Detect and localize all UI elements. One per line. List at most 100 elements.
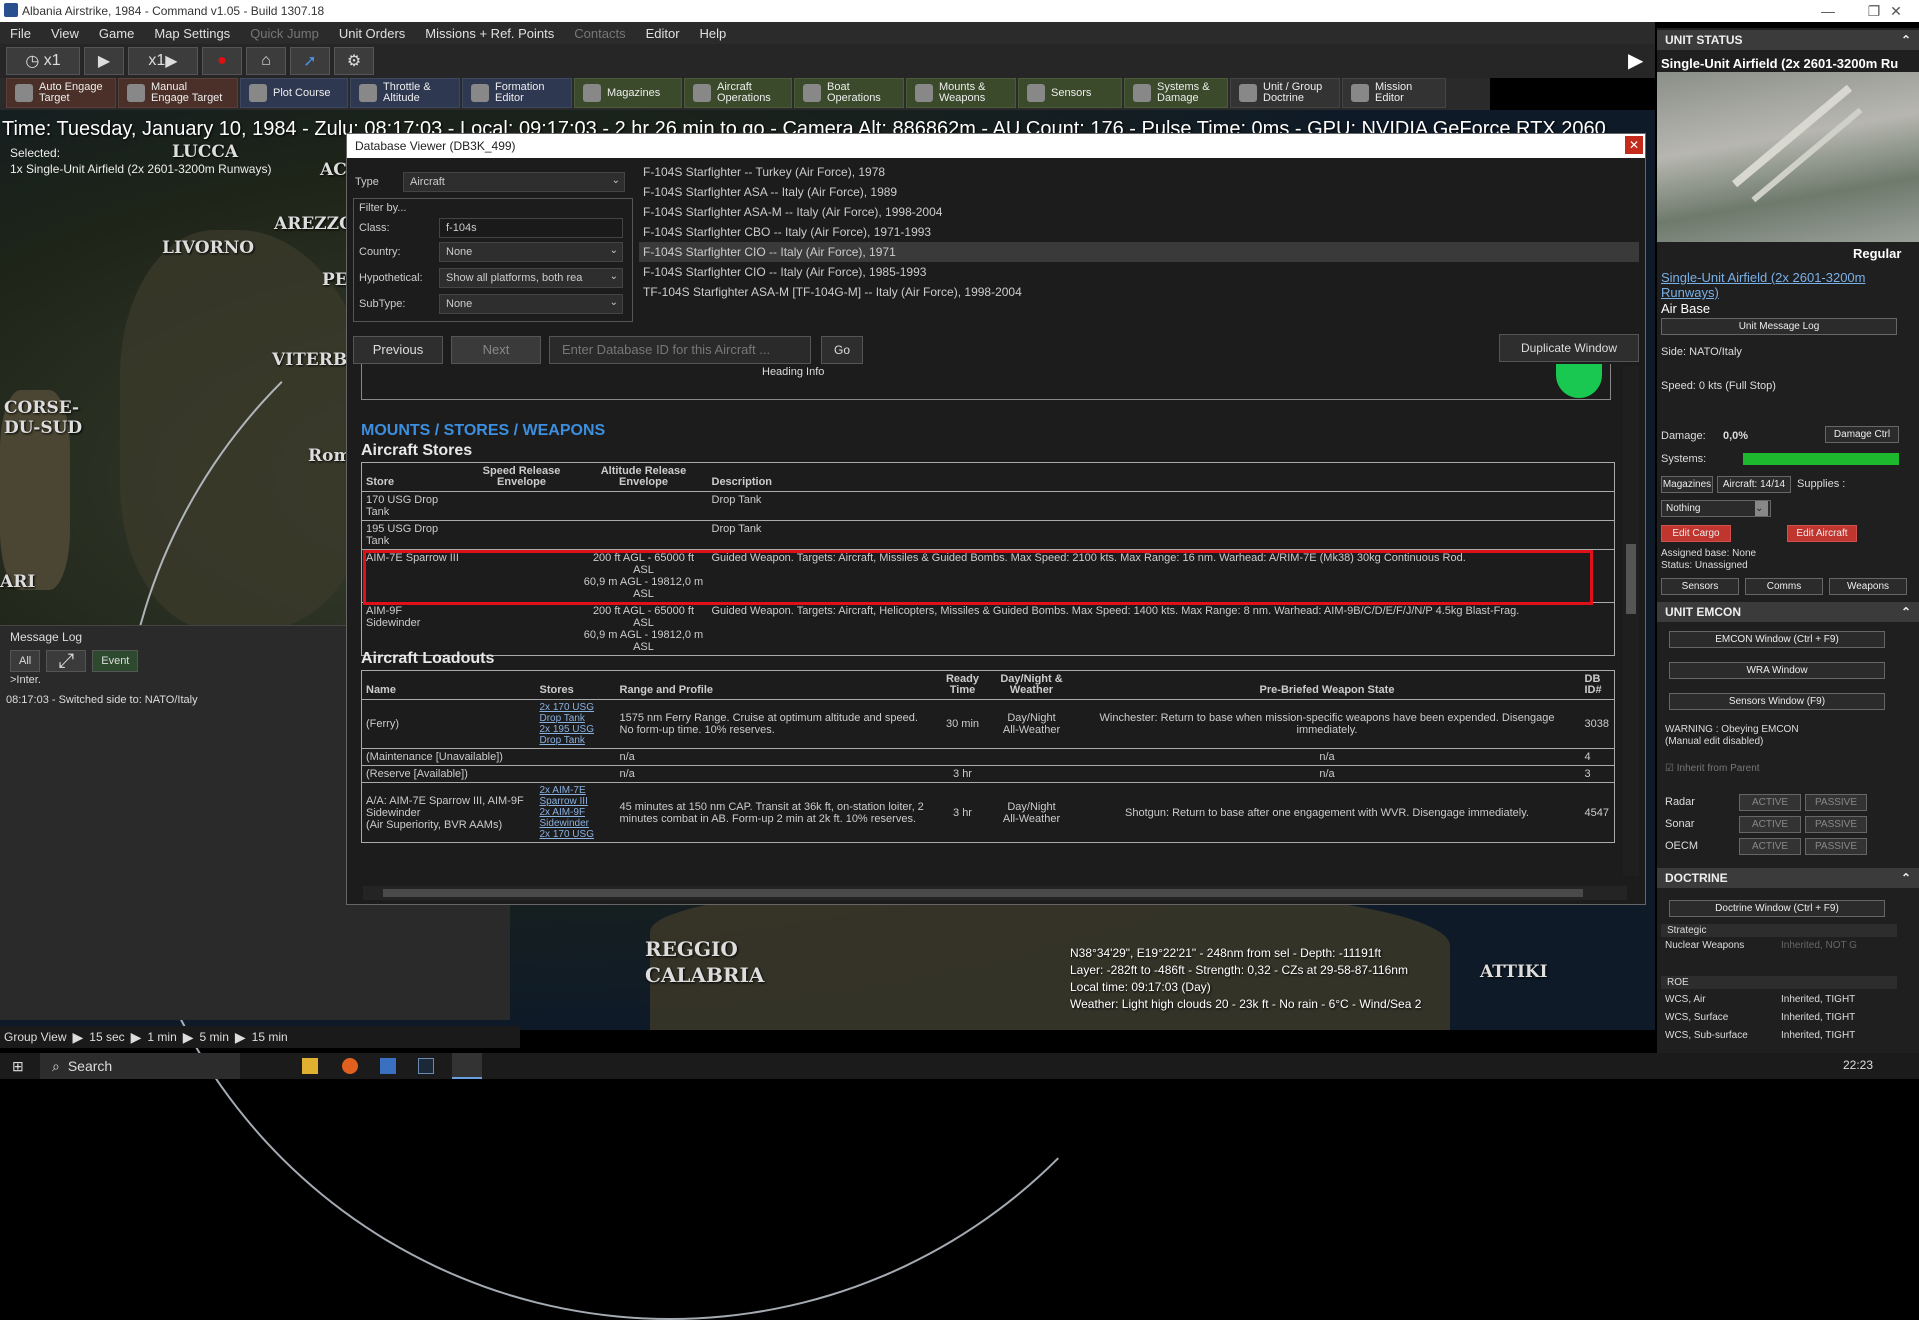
airfield-button[interactable]: ⌂: [246, 47, 286, 75]
close-icon[interactable]: ✕: [1625, 136, 1643, 154]
hypothetical-select[interactable]: Show all platforms, both rea ⌄: [439, 268, 623, 288]
steam-icon[interactable]: [418, 1058, 434, 1074]
list-item[interactable]: F-104S Starfighter ASA -- Italy (Air For…: [639, 182, 1639, 202]
table-row[interactable]: (Ferry) 2x 170 USG Drop Tank 2x 195 USG …: [361, 699, 1615, 749]
step-5min[interactable]: 5 min: [200, 1030, 229, 1044]
expand-icon[interactable]: ⤢: [46, 650, 87, 672]
systems-damage-button[interactable]: Systems & Damage: [1124, 78, 1228, 108]
edit-aircraft-button[interactable]: Edit Aircraft: [1787, 525, 1857, 542]
filter-inter-button[interactable]: >Inter.: [10, 674, 41, 686]
doctrine-window-button[interactable]: Doctrine Window (Ctrl + F9): [1669, 900, 1885, 917]
country-select[interactable]: None ⌄: [439, 242, 623, 262]
menu-map-settings[interactable]: Map Settings: [144, 26, 240, 41]
collapse-icon[interactable]: ⌃: [1901, 605, 1911, 619]
menu-quick-jump[interactable]: Quick Jump: [240, 26, 329, 41]
taskbar-search[interactable]: ⌕ Search: [40, 1053, 240, 1079]
step-15min[interactable]: 15 min: [252, 1030, 288, 1044]
oecm-active-button[interactable]: ACTIVE: [1739, 838, 1801, 855]
menu-missions[interactable]: Missions + Ref. Points: [415, 26, 564, 41]
aircraft-ops-button[interactable]: Aircraft Operations: [684, 78, 792, 108]
list-item-selected[interactable]: F-104S Starfighter CIO -- Italy (Air For…: [639, 242, 1639, 262]
oecm-passive-button[interactable]: PASSIVE: [1805, 838, 1867, 855]
sensors-button[interactable]: Sensors: [1018, 78, 1122, 108]
list-item[interactable]: F-104S Starfighter CBO -- Italy (Air For…: [639, 222, 1639, 242]
emcon-window-button[interactable]: EMCON Window (Ctrl + F9): [1669, 631, 1885, 648]
play-icon[interactable]: ▶: [183, 1029, 194, 1046]
menu-editor[interactable]: Editor: [636, 26, 690, 41]
damage-control-button[interactable]: Damage Ctrl: [1825, 426, 1899, 443]
go-button[interactable]: Go: [821, 336, 863, 364]
subtype-select[interactable]: None ⌄: [439, 294, 623, 314]
settings-button[interactable]: ⚙: [334, 47, 374, 75]
list-item[interactable]: F-104S Starfighter CIO -- Italy (Air For…: [639, 262, 1639, 282]
firefox-icon[interactable]: [342, 1058, 358, 1074]
radar-passive-button[interactable]: PASSIVE: [1805, 794, 1867, 811]
sonar-passive-button[interactable]: PASSIVE: [1805, 816, 1867, 833]
table-row[interactable]: 170 USG Drop Tank Drop Tank: [361, 491, 1615, 521]
step-1min[interactable]: 1 min: [147, 1030, 176, 1044]
aircraft-button[interactable]: Aircraft: 14/14: [1717, 476, 1791, 493]
sensors-button[interactable]: Sensors: [1661, 578, 1739, 595]
auto-engage-button[interactable]: Auto Engage Target: [6, 78, 116, 108]
horizontal-scrollbar[interactable]: [363, 886, 1627, 900]
filter-all-button[interactable]: All: [10, 650, 41, 672]
weapons-button[interactable]: Weapons: [1829, 578, 1907, 595]
edit-cargo-button[interactable]: Edit Cargo: [1661, 525, 1731, 542]
cargo-select[interactable]: Nothing ⌄: [1661, 500, 1771, 517]
wra-window-button[interactable]: WRA Window: [1669, 662, 1885, 679]
unit-emcon-header[interactable]: UNIT EMCON ⌃: [1657, 602, 1919, 622]
menu-contacts[interactable]: Contacts: [564, 26, 635, 41]
throttle-button[interactable]: Throttle & Altitude: [350, 78, 460, 108]
table-row[interactable]: (Reserve [Available]) n/a 3 hr n/a 3: [361, 765, 1615, 783]
unit-message-log-button[interactable]: Unit Message Log: [1661, 318, 1897, 335]
play-icon[interactable]: ▶: [131, 1029, 142, 1046]
menu-view[interactable]: View: [41, 26, 89, 41]
loadout-stores[interactable]: 2x 170 USG Drop Tank 2x 195 USG Drop Tan…: [535, 699, 616, 749]
expand-panel-icon[interactable]: ▶: [1628, 48, 1643, 73]
magazines-button[interactable]: Magazines: [1661, 476, 1713, 493]
menu-game[interactable]: Game: [89, 26, 144, 41]
wcs-surface-value[interactable]: Inherited, TIGHT: [1781, 1012, 1855, 1023]
previous-button[interactable]: Previous: [353, 336, 443, 364]
nuclear-weapons-value[interactable]: Inherited, NOT G: [1781, 940, 1857, 951]
radar-active-button[interactable]: ACTIVE: [1739, 794, 1801, 811]
class-input[interactable]: f-104s: [439, 218, 623, 238]
list-item[interactable]: TF-104S Starfighter ASA-M [TF-104G-M] --…: [639, 282, 1639, 302]
wcs-air-value[interactable]: Inherited, TIGHT: [1781, 994, 1855, 1005]
play-button[interactable]: ▶: [84, 47, 124, 75]
table-row[interactable]: AIM-9F Sidewinder 200 ft AGL - 65000 ft …: [361, 602, 1615, 656]
table-row[interactable]: (Maintenance [Unavailable]) n/a n/a 4: [361, 748, 1615, 766]
collapse-icon[interactable]: ⌃: [1901, 871, 1911, 885]
step-15sec[interactable]: 15 sec: [89, 1030, 124, 1044]
table-row[interactable]: 195 USG Drop Tank Drop Tank: [361, 520, 1615, 550]
menu-help[interactable]: Help: [690, 26, 737, 41]
wcs-subsurface-value[interactable]: Inherited, TIGHT: [1781, 1030, 1855, 1041]
doctrine-header[interactable]: DOCTRINE ⌃: [1657, 868, 1919, 888]
inherit-checkbox[interactable]: ☑ Inherit from Parent: [1665, 763, 1760, 774]
vertical-scrollbar[interactable]: [1623, 366, 1639, 876]
minimize-icon[interactable]: —: [1805, 0, 1851, 22]
collapse-icon[interactable]: ⌃: [1901, 33, 1911, 47]
doctrine-button[interactable]: Unit / Group Doctrine: [1230, 78, 1340, 108]
table-row[interactable]: A/A: AIM-7E Sparrow III, AIM-9F Sidewind…: [361, 782, 1615, 843]
mission-editor-button[interactable]: Mission Editor: [1342, 78, 1446, 108]
loadout-stores[interactable]: 2x AIM-7E Sparrow III 2x AIM-9F Sidewind…: [535, 782, 616, 843]
comms-button[interactable]: Comms: [1745, 578, 1823, 595]
filter-event-button[interactable]: Event: [92, 650, 139, 672]
folder-icon[interactable]: [302, 1058, 318, 1074]
plot-course-button[interactable]: Plot Course: [240, 78, 348, 108]
formation-button[interactable]: Formation Editor: [462, 78, 572, 108]
menu-unit-orders[interactable]: Unit Orders: [329, 26, 415, 41]
boat-ops-button[interactable]: Boat Operations: [794, 78, 904, 108]
unit-link[interactable]: Single-Unit Airfield (2x 2601-3200m Runw…: [1661, 270, 1911, 300]
app-icon[interactable]: [380, 1058, 396, 1074]
windows-start-icon[interactable]: ⊞: [12, 1058, 24, 1075]
record-button[interactable]: ●: [202, 47, 242, 75]
sensors-window-button[interactable]: Sensors Window (F9): [1669, 693, 1885, 710]
close-icon[interactable]: ✕: [1873, 0, 1919, 22]
database-id-input[interactable]: Enter Database ID for this Aircraft ...: [549, 336, 811, 364]
unit-status-header[interactable]: UNIT STATUS ⌃: [1657, 30, 1919, 50]
arrow-button[interactable]: ➚: [290, 47, 330, 75]
list-item[interactable]: F-104S Starfighter -- Turkey (Air Force)…: [639, 162, 1639, 182]
next-button[interactable]: Next: [451, 336, 541, 364]
